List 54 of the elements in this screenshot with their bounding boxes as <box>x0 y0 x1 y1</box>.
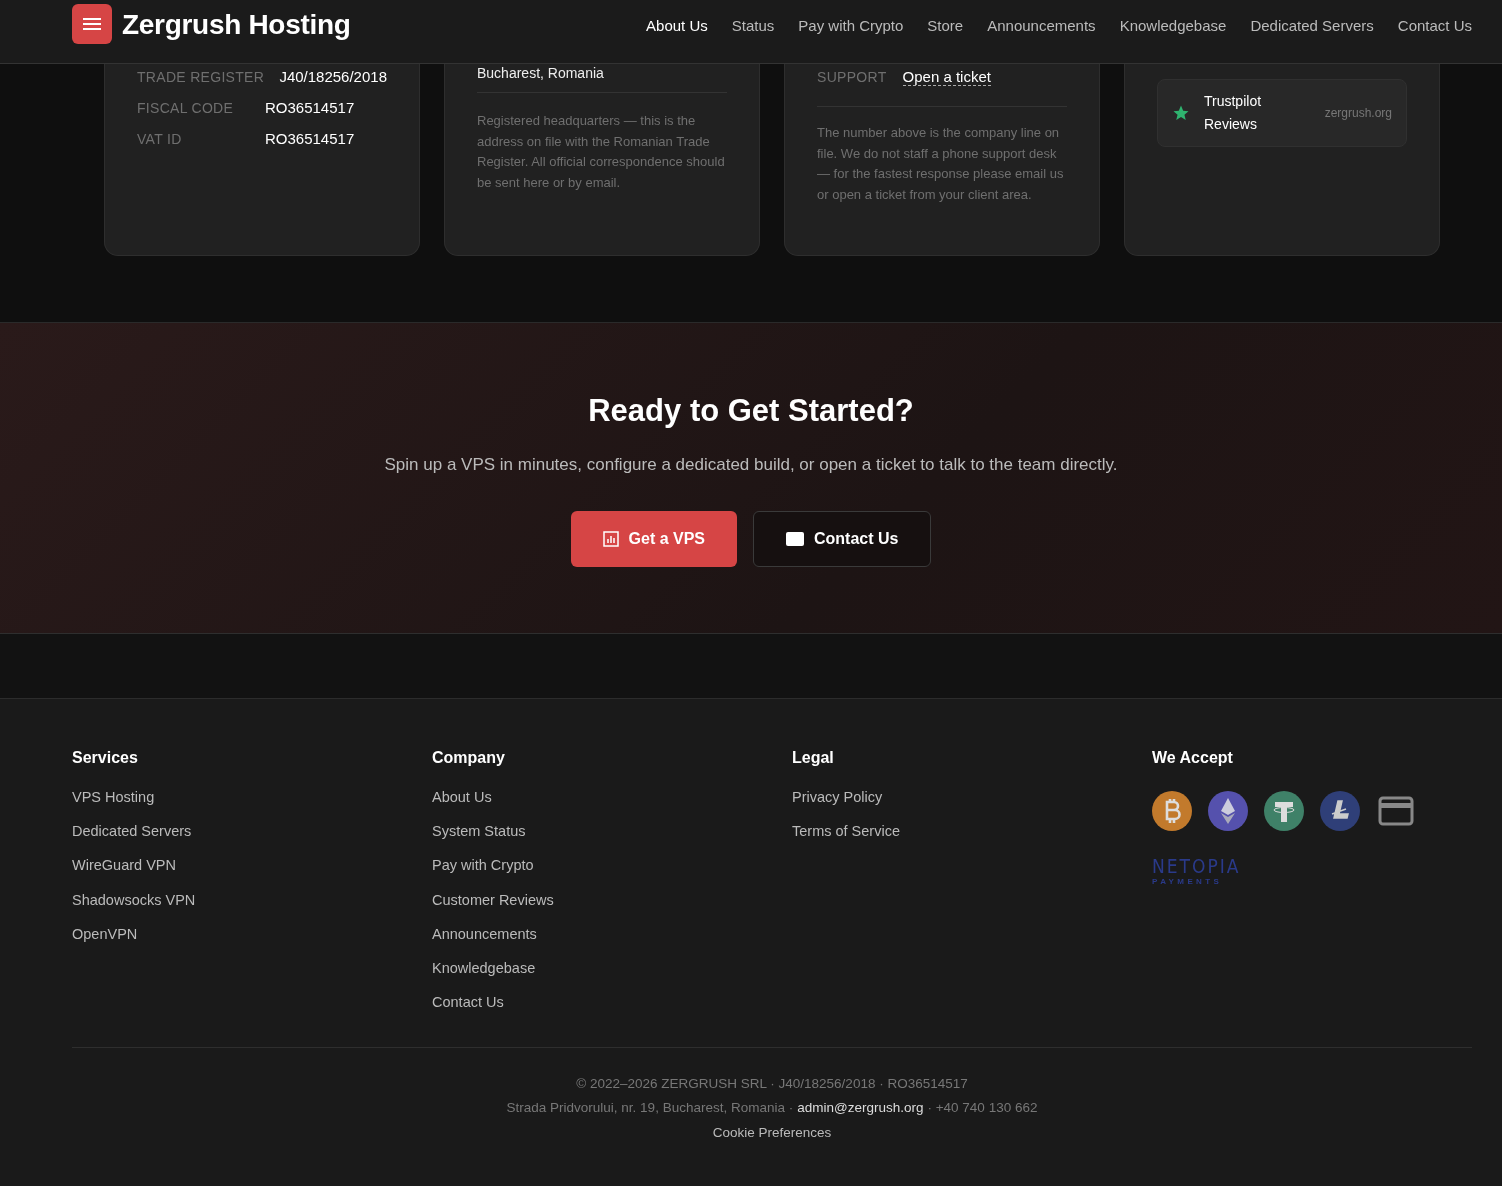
nav-link[interactable]: Contact Us <box>1397 16 1472 34</box>
footer-link[interactable]: Shadowsocks VPN <box>72 889 432 910</box>
field-value: J40/18256/2018 <box>279 68 387 85</box>
copyright-text: © 2022–2026 ZERGRUSH SRL · J40/18256/2018 · RO36514517 <box>576 1076 968 1092</box>
footer-link[interactable]: Announcements <box>432 923 792 944</box>
footer-link[interactable]: Contact Us <box>432 992 792 1013</box>
field-value: RO36514517 <box>265 99 355 116</box>
phone-text: · +40 740 130 662 <box>927 1100 1038 1116</box>
cookie-link[interactable]: Cookie Preferences <box>712 1125 832 1141</box>
field-value: RO36514517 <box>265 130 355 147</box>
footer-link[interactable]: System Status <box>432 821 792 842</box>
field-label: FISCAL CODE <box>137 100 235 116</box>
footer-link[interactable]: Privacy Policy <box>792 787 1152 807</box>
chart-icon <box>602 531 619 547</box>
netopia-logo: NETOPIA PAYMENTS <box>1152 855 1241 887</box>
menu-button[interactable] <box>72 4 112 44</box>
envelope-icon <box>786 532 804 546</box>
address-text: Bucharest, Romania <box>477 64 605 82</box>
footer-link[interactable]: VPS Hosting <box>72 787 432 807</box>
review-link[interactable]: Trustpilot Reviews zergrush.org <box>1157 79 1407 147</box>
column-heading: Legal <box>792 749 835 767</box>
nav-link[interactable]: Pay with Crypto <box>798 16 904 34</box>
nav-link[interactable]: Status <box>731 16 775 34</box>
ticket-link[interactable]: Open a ticket <box>902 68 991 86</box>
nav-link[interactable]: Store <box>927 16 964 34</box>
footer-link[interactable]: About Us <box>432 787 792 807</box>
cta-text: Spin up a VPS in minutes, configure a dedicated build, or open a ticket to talk to the team directly. <box>384 455 1118 475</box>
menu-icon <box>83 17 101 31</box>
footer-link[interactable]: WireGuard VPN <box>72 855 432 876</box>
column-heading: Services <box>72 749 139 767</box>
column-heading: Company <box>432 749 506 767</box>
footer-link[interactable]: Terms of Service <box>792 821 1152 842</box>
nav-link[interactable]: About Us <box>646 16 708 34</box>
star-icon <box>1172 104 1190 122</box>
contact-button[interactable]: Contact Us <box>753 511 932 567</box>
nav-link[interactable]: Announcements <box>987 16 1096 34</box>
column-heading: We Accept <box>1152 749 1234 767</box>
address-text: Strada Pridvorului, nr. 19, Bucharest, Romania · <box>506 1100 794 1116</box>
nav-link[interactable]: Knowledgebase <box>1119 16 1227 34</box>
vps-button[interactable]: Get a VPS <box>570 511 737 567</box>
footer-link[interactable]: Knowledgebase <box>432 957 792 978</box>
footer-link[interactable]: Pay with Crypto <box>432 855 792 876</box>
footer-link[interactable]: Customer Reviews <box>432 889 792 910</box>
nav-link[interactable]: Dedicated Servers <box>1250 16 1374 34</box>
cta-title: Ready to Get Started? <box>588 393 914 429</box>
field-label: SUPPORT <box>817 69 887 85</box>
footer-link[interactable]: OpenVPN <box>72 923 432 944</box>
email-link[interactable]: admin@zergrush.org <box>797 1100 924 1116</box>
card-note: Registered headquarters — this is the address on file with the Romanian Trade Register. All official correspondence should be sent here or by email. <box>477 112 726 192</box>
footer-link[interactable]: Dedicated Servers <box>72 821 432 842</box>
field-label: VAT ID <box>137 131 183 147</box>
brand-name[interactable]: Zergrush Hosting <box>122 9 351 41</box>
field-label: TRADE REGISTER <box>137 69 264 85</box>
card-note: The number above is the company line on file. We do not staff a phone support desk — for the fastest response please email us or open a ticket from your client area. <box>817 124 1065 204</box>
